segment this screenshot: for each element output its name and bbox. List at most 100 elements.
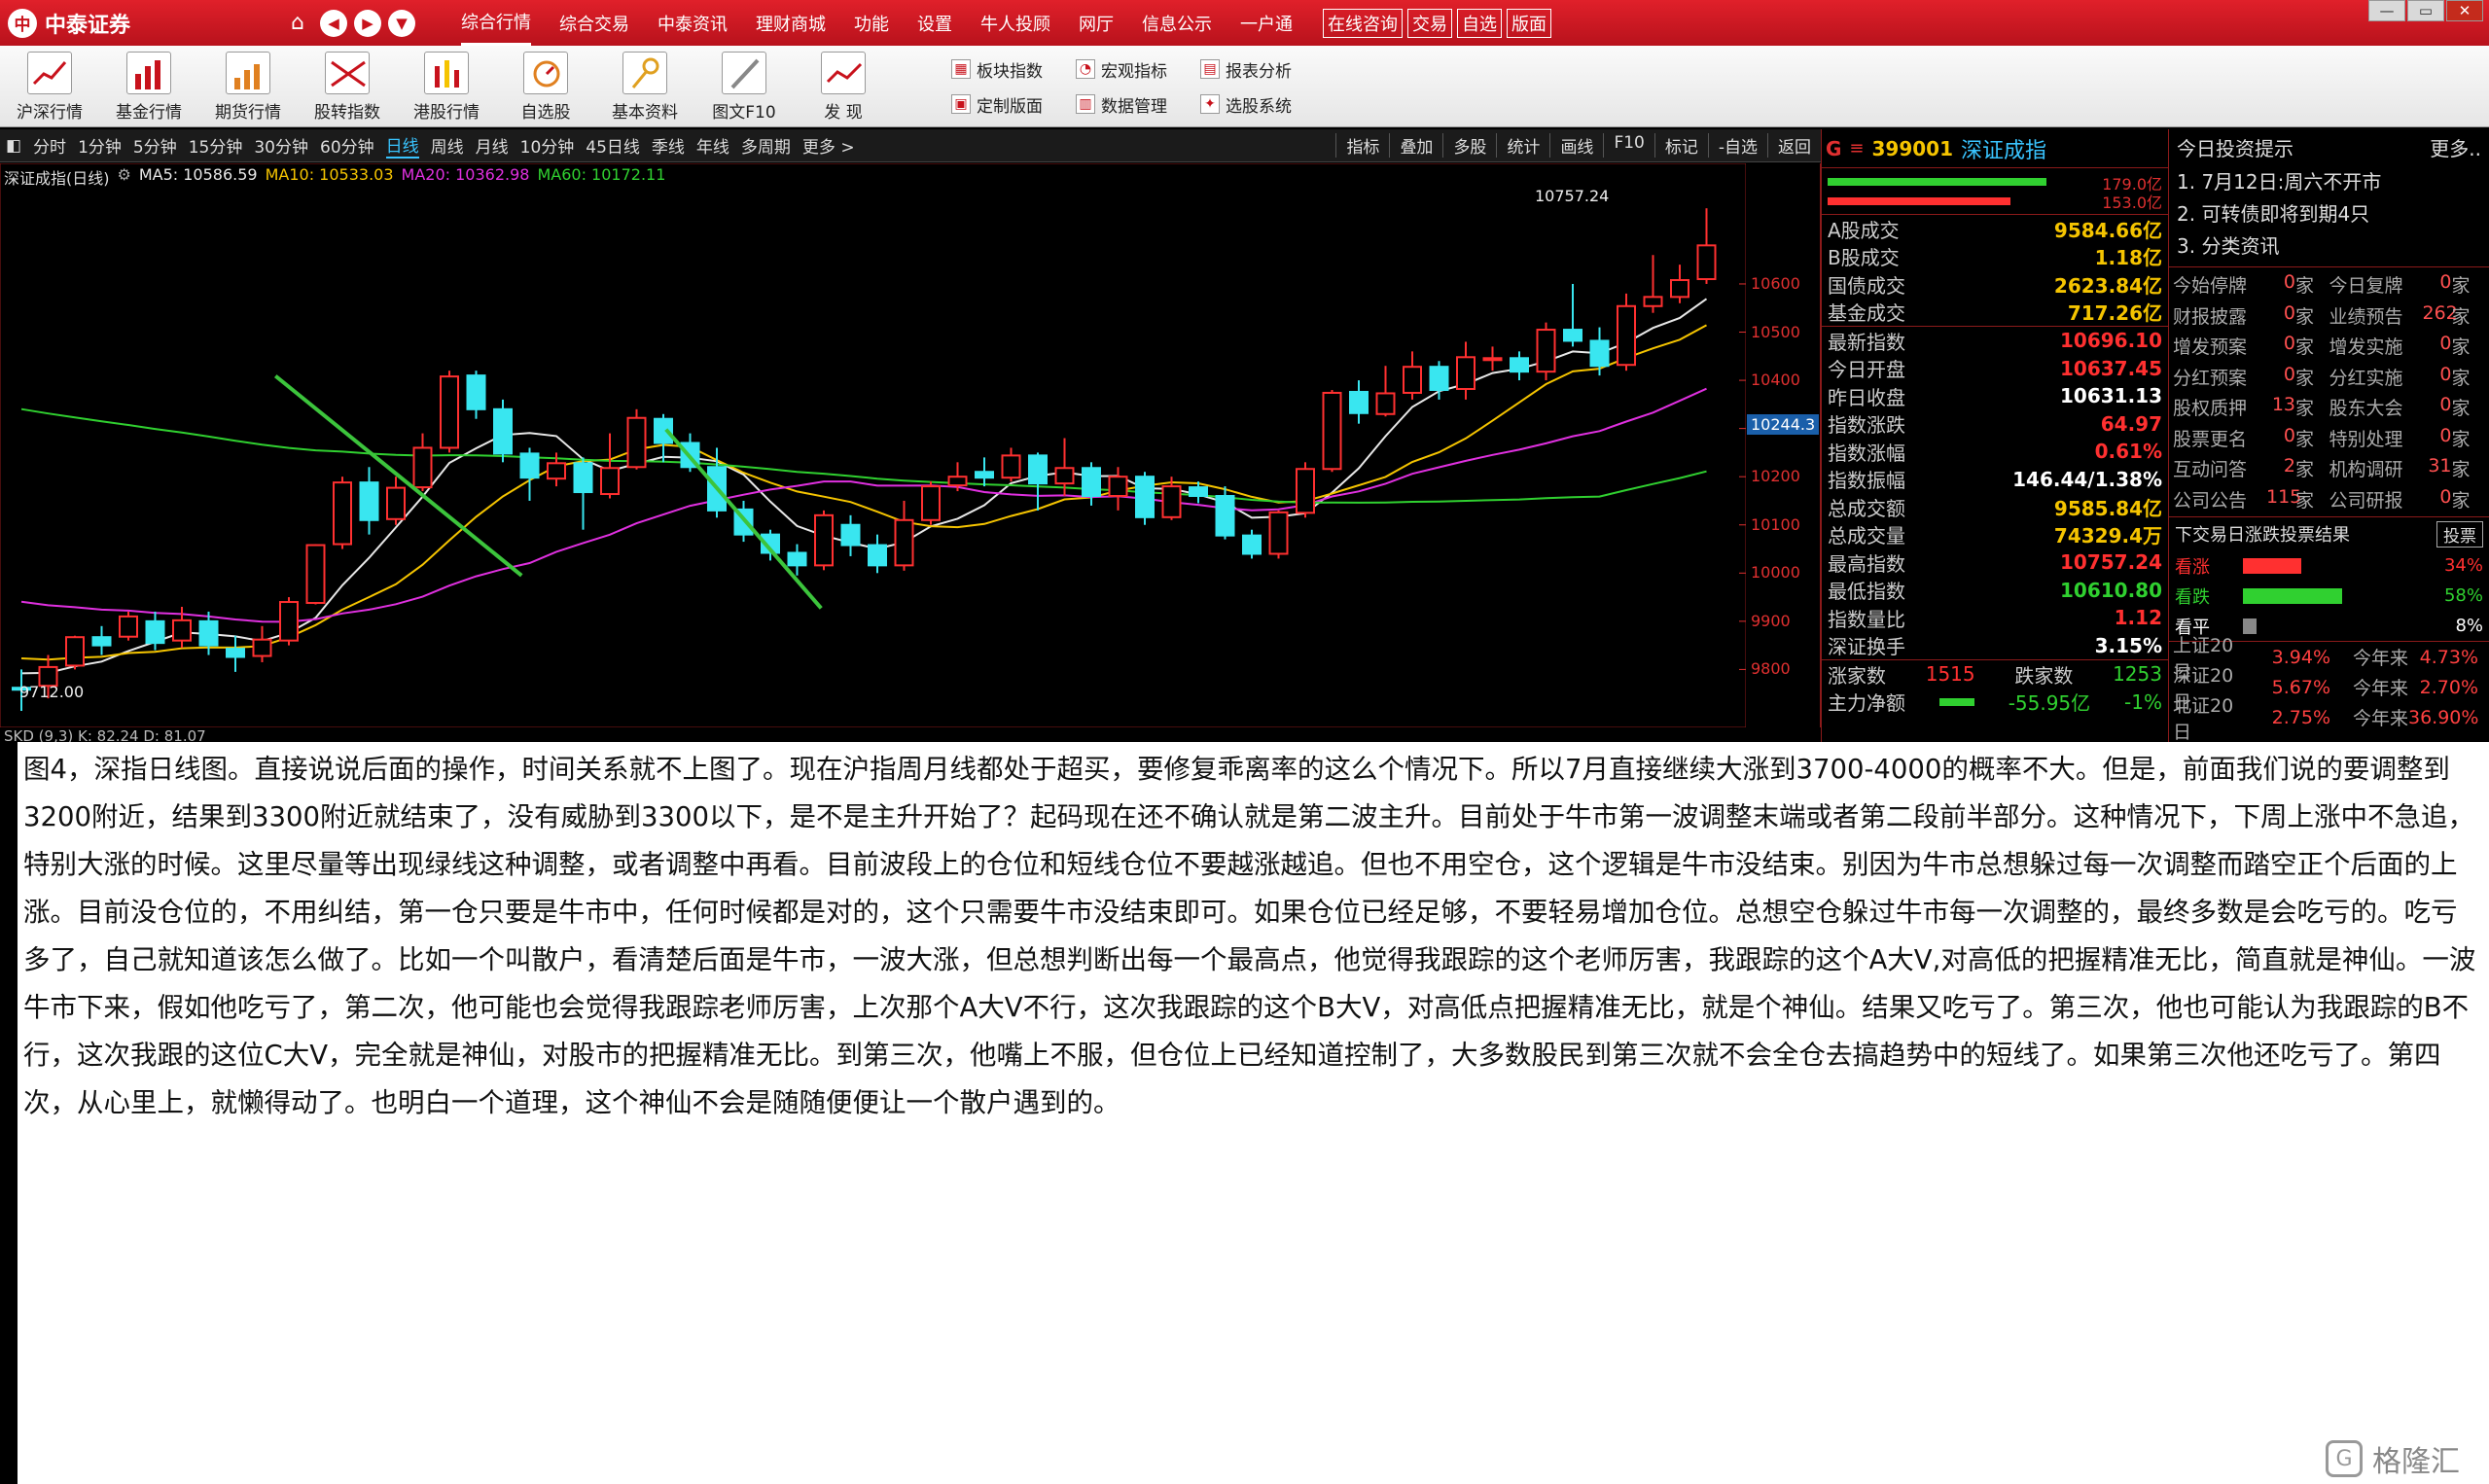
- candle-body: [91, 636, 112, 647]
- tool-data-mgmt[interactable]: ▥ 数据管理: [1076, 87, 1200, 122]
- close-icon[interactable]: ✕: [2446, 0, 2483, 21]
- chart-tool[interactable]: 统计: [1496, 133, 1540, 158]
- event-cell[interactable]: 公司公告 115 家: [2173, 486, 2329, 512]
- event-row: 股票更名 0 家特别处理 0 家: [2173, 423, 2485, 454]
- chart-tool[interactable]: 标记: [1653, 133, 1698, 158]
- home-icon[interactable]: ⌂: [282, 8, 313, 39]
- period-tab[interactable]: 15分钟: [189, 133, 243, 158]
- candle-body: [1135, 476, 1155, 518]
- forward-icon[interactable]: ▶: [354, 9, 381, 37]
- menu-item[interactable]: 牛人投顾: [980, 0, 1050, 46]
- menu-item[interactable]: 中泰资讯: [658, 0, 728, 46]
- quick-link-consult[interactable]: 在线咨询: [1323, 8, 1403, 38]
- stat-row: 深证换手 3.15%: [1822, 632, 2168, 660]
- dropdown-icon[interactable]: ▼: [388, 9, 415, 37]
- vote-button[interactable]: 投票: [2436, 520, 2483, 548]
- kline-chart[interactable]: 深证成指(日线) ⚙ MA5: 10586.59 MA10: 10533.03 …: [0, 163, 1821, 727]
- quick-link-layout[interactable]: 版面: [1507, 8, 1551, 38]
- menu-item[interactable]: 一户通: [1240, 0, 1293, 46]
- tool-watchlist[interactable]: 自选股: [496, 46, 595, 127]
- candle-body: [1563, 329, 1582, 342]
- tool-f10[interactable]: 图文F10: [694, 46, 794, 127]
- index-20d: 5.67%: [2271, 676, 2330, 698]
- candle-body: [1670, 279, 1689, 299]
- tip-note[interactable]: 1. 7月12日:周六不开市: [2169, 164, 2489, 196]
- stat-value: 717.26亿: [2067, 301, 2162, 326]
- period-tab[interactable]: 分时: [33, 133, 66, 158]
- quick-link-watchlist[interactable]: 自选: [1457, 8, 1502, 38]
- event-cell[interactable]: 特别处理 0 家: [2329, 425, 2486, 451]
- tool-custom-layout[interactable]: ▣ 定制版面: [951, 87, 1076, 122]
- maximize-icon[interactable]: ▭: [2407, 0, 2444, 21]
- chart-tool[interactable]: 多股: [1442, 133, 1486, 158]
- tool-stock-screener[interactable]: ✦ 选股系统: [1200, 87, 1325, 122]
- period-tab[interactable]: 多周期: [741, 133, 791, 158]
- tool-report[interactable]: ▤ 报表分析: [1200, 52, 1325, 87]
- minimize-icon[interactable]: —: [2368, 0, 2405, 21]
- tool-sector-index[interactable]: ▦ 板块指数: [951, 52, 1076, 87]
- event-unit: 家: [2451, 428, 2471, 450]
- period-tab[interactable]: 1分钟: [78, 133, 122, 158]
- menu-item[interactable]: 理财商城: [756, 0, 826, 46]
- tips-more-link[interactable]: 更多..: [2430, 133, 2481, 161]
- tool-futures-quotes[interactable]: 期货行情: [198, 46, 298, 127]
- period-tab[interactable]: 年线: [696, 133, 729, 158]
- event-cell[interactable]: 股票更名 0 家: [2173, 425, 2329, 451]
- chart-tool[interactable]: -自选: [1707, 133, 1758, 158]
- candle-body: [145, 619, 165, 645]
- settings-icon[interactable]: ⚙: [118, 165, 131, 189]
- event-cell[interactable]: 分红实施 0 家: [2329, 364, 2486, 390]
- period-tab[interactable]: 10分钟: [520, 133, 575, 158]
- event-cell[interactable]: 公司研报 0 家: [2329, 486, 2486, 512]
- sidebar-toggle-icon[interactable]: ◧: [6, 136, 21, 156]
- period-tab[interactable]: 月线: [476, 133, 509, 158]
- stat-row: A股成交 9584.66亿: [1822, 215, 2168, 243]
- event-cell[interactable]: 股权质押 13 家: [2173, 394, 2329, 420]
- period-tab[interactable]: 5分钟: [133, 133, 177, 158]
- menu-icon[interactable]: ≡: [1849, 138, 1864, 159]
- event-cell[interactable]: 互动问答 2 家: [2173, 455, 2329, 481]
- event-cell[interactable]: 今始停牌 0 家: [2173, 271, 2329, 298]
- chart-tool[interactable]: 画线: [1549, 133, 1593, 158]
- period-tab[interactable]: 60分钟: [320, 133, 374, 158]
- period-tab-active[interactable]: 日线: [385, 132, 419, 159]
- period-tab[interactable]: 45日线: [586, 133, 640, 158]
- event-cell[interactable]: 股东大会 0 家: [2329, 394, 2486, 420]
- tool-macro[interactable]: ◔ 宏观指标: [1076, 52, 1200, 87]
- menu-item[interactable]: 网厅: [1079, 0, 1114, 46]
- chart-tool[interactable]: 叠加: [1389, 133, 1433, 158]
- tool-neeq-index[interactable]: 股转指数: [298, 46, 397, 127]
- skd-indicator-legend: SKD (9,3) K: 82.24 D: 81.07: [0, 727, 1821, 745]
- tip-note[interactable]: 2. 可转债即将到期4只: [2169, 196, 2489, 229]
- event-cell[interactable]: 业绩预告 262 家: [2329, 302, 2486, 329]
- tool-sh-sz-quotes[interactable]: 沪深行情: [0, 46, 99, 127]
- menu-item[interactable]: 设置: [917, 0, 952, 46]
- event-cell[interactable]: 增发预案 0 家: [2173, 333, 2329, 359]
- event-cell[interactable]: 今日复牌 0 家: [2329, 271, 2486, 298]
- candle-body: [1510, 357, 1529, 373]
- event-cell[interactable]: 财报披露 0 家: [2173, 302, 2329, 329]
- period-tab[interactable]: 30分钟: [254, 133, 308, 158]
- quick-link-trade[interactable]: 交易: [1407, 8, 1452, 38]
- event-cell[interactable]: 机构调研 31 家: [2329, 455, 2486, 481]
- tool-fundamentals[interactable]: 基本资料: [595, 46, 694, 127]
- tip-note[interactable]: 3. 分类资讯: [2169, 229, 2489, 261]
- event-cell[interactable]: 分红预案 0 家: [2173, 364, 2329, 390]
- chart-tool[interactable]: F10: [1603, 133, 1645, 158]
- tool-discover[interactable]: 发 现: [794, 46, 893, 127]
- stat-row: 最低指数 10610.80: [1822, 577, 2168, 605]
- period-tab[interactable]: 周线: [431, 133, 464, 158]
- period-tab[interactable]: 季线: [652, 133, 685, 158]
- chart-tool[interactable]: 指标: [1335, 133, 1379, 158]
- menu-item[interactable]: 综合行情: [461, 0, 531, 46]
- menu-item[interactable]: 信息公示: [1142, 0, 1212, 46]
- candle-body: [172, 618, 192, 642]
- chart-tool[interactable]: 返回: [1767, 133, 1811, 158]
- back-icon[interactable]: ◀: [320, 9, 347, 37]
- tool-fund-quotes[interactable]: 基金行情: [99, 46, 198, 127]
- period-more[interactable]: 更多 >: [802, 133, 855, 158]
- tool-hk-quotes[interactable]: 港股行情: [397, 46, 496, 127]
- menu-item[interactable]: 综合交易: [559, 0, 629, 46]
- menu-item[interactable]: 功能: [854, 0, 889, 46]
- event-cell[interactable]: 增发实施 0 家: [2329, 333, 2486, 359]
